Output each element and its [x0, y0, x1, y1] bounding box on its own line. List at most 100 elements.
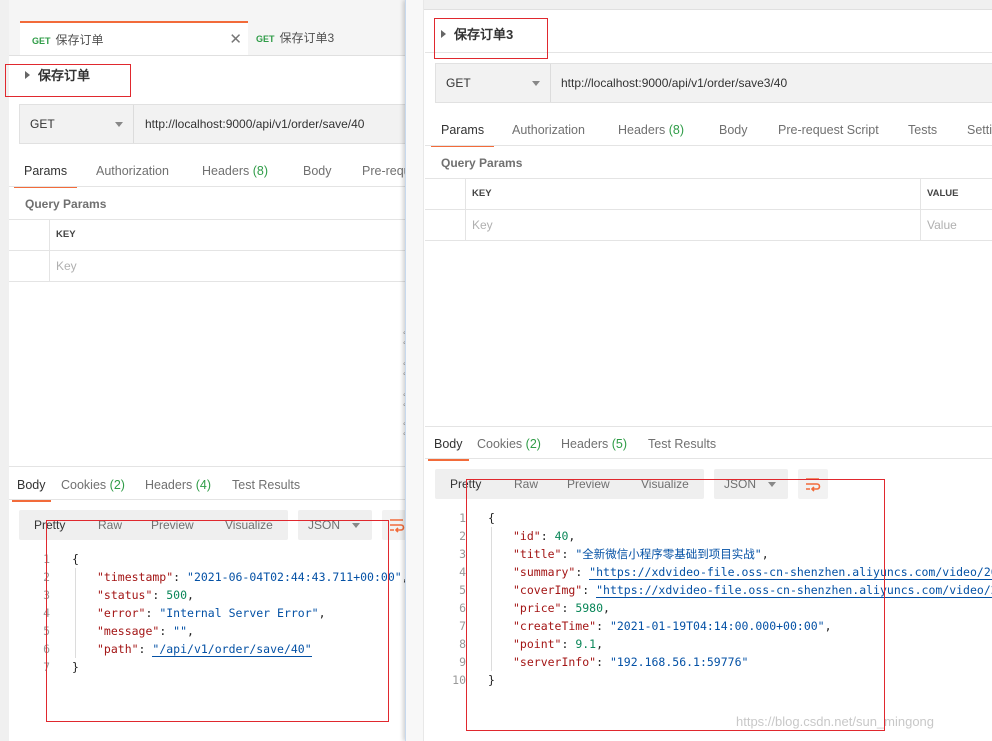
tab-save-order-3[interactable]: GET 保存订单3	[244, 21, 405, 55]
tab-tests[interactable]: Tests	[908, 117, 937, 147]
tab-params[interactable]: Params	[431, 117, 495, 147]
tab-authorization[interactable]: Authorization	[96, 158, 169, 188]
tab-prerequest[interactable]: Pre-requ	[362, 158, 405, 188]
code-line: "price": 5980,	[513, 601, 610, 615]
right-tab-bar-clipped	[424, 0, 992, 10]
left-tab-bar: GET 保存订单 ✕ GET 保存订单3	[9, 0, 405, 56]
format-visualize[interactable]: Visualize	[641, 469, 689, 499]
line-number: 6	[459, 601, 466, 615]
format-visualize[interactable]: Visualize	[225, 510, 273, 540]
json-key: "price"	[513, 601, 562, 615]
format-preview[interactable]: Preview	[151, 510, 194, 540]
tab-settings[interactable]: Setti	[967, 117, 992, 147]
json-key: "coverImg"	[513, 583, 583, 597]
json-key: "createTime"	[513, 619, 597, 633]
json-key: "id"	[513, 529, 541, 543]
json-value: 500	[166, 588, 188, 602]
line-number: 3	[43, 588, 50, 602]
tab-cookies[interactable]: Cookies (2)	[477, 431, 541, 461]
request-tabs: Params Authorization Headers (8) Body Pr…	[0, 158, 405, 188]
code-line: "timestamp": "2021-06-04T02:44:43.711+00…	[97, 570, 405, 584]
tab-response-body[interactable]: Body	[12, 472, 51, 502]
value-header: VALUE	[920, 179, 959, 209]
format-raw[interactable]: Raw	[514, 469, 538, 499]
json-value: 40	[554, 529, 569, 543]
line-number: 5	[459, 583, 466, 597]
line-number: 2	[43, 570, 50, 584]
line-number: 5	[43, 624, 50, 638]
tab-save-order[interactable]: GET 保存订单 ✕	[20, 21, 248, 55]
format-pretty[interactable]: Pretty	[34, 510, 65, 540]
line-number: 10	[452, 673, 466, 687]
caret-right-icon	[25, 71, 30, 79]
wrap-lines-icon	[806, 478, 821, 492]
method-select[interactable]: GET	[20, 105, 134, 143]
json-value: "Internal Server Error"	[159, 606, 319, 620]
json-key: "message"	[97, 624, 160, 638]
code-line: "id": 40,	[513, 529, 576, 543]
tab-response-body[interactable]: Body	[428, 431, 469, 461]
wrap-lines-button[interactable]	[382, 510, 405, 540]
json-key: "path"	[97, 642, 139, 656]
json-key: "status"	[97, 588, 153, 602]
response-body: 1 {2 "timestamp": "2021-06-04T02:44:43.711…	[30, 550, 405, 690]
url-input[interactable]: http://localhost:9000/api/v1/order/save3…	[561, 64, 787, 102]
wrap-lines-button[interactable]	[798, 469, 828, 499]
tab-headers[interactable]: Headers (8)	[202, 158, 268, 188]
json-key: "point"	[513, 637, 562, 651]
json-link[interactable]: "https://xdvideo-file.oss-cn-shenzhen.al…	[589, 565, 992, 580]
url-bar: GET http://localhost:9000/api/v1/order/s…	[435, 63, 992, 103]
request-name[interactable]: 保存订单3	[441, 24, 513, 43]
close-icon[interactable]: ✕	[229, 23, 242, 57]
tab-response-headers[interactable]: Headers (4)	[145, 472, 211, 502]
tab-label: 保存订单	[55, 33, 104, 47]
json-key: "summary"	[513, 565, 576, 579]
query-params-title: Query Params	[25, 197, 107, 211]
table-header-row: KEY	[9, 220, 405, 251]
language-select[interactable]: JSON	[714, 469, 788, 499]
tab-prerequest[interactable]: Pre-request Script	[778, 117, 879, 147]
code-line: "error": "Internal Server Error",	[97, 606, 326, 620]
url-input[interactable]: http://localhost:9000/api/v1/order/save/…	[145, 105, 364, 143]
tab-authorization[interactable]: Authorization	[512, 117, 585, 147]
tab-response-headers[interactable]: Headers (5)	[561, 431, 627, 461]
code-line: "message": "",	[97, 624, 194, 638]
format-raw[interactable]: Raw	[98, 510, 122, 540]
caret-right-icon	[441, 30, 446, 38]
key-input[interactable]: Key	[465, 210, 920, 240]
format-preview[interactable]: Preview	[567, 469, 610, 499]
request-name[interactable]: 保存订单	[25, 65, 90, 84]
line-number: 1	[43, 552, 50, 566]
response-body: 1 {2 "id": 40, 3 "title": "全新微信小程序零基础到项目实战",…	[446, 509, 992, 699]
json-link[interactable]: "https://xdvideo-file.oss-cn-shenzhen.al…	[596, 583, 992, 598]
key-input[interactable]: Key	[49, 251, 405, 281]
json-key: "serverInfo"	[513, 655, 597, 669]
tab-body[interactable]: Body	[719, 117, 748, 147]
json-key: "timestamp"	[97, 570, 174, 584]
tab-test-results[interactable]: Test Results	[232, 472, 300, 502]
tab-test-results[interactable]: Test Results	[648, 431, 716, 461]
tab-cookies[interactable]: Cookies (2)	[61, 472, 125, 502]
method-select[interactable]: GET	[436, 64, 551, 102]
response-tabs: Body Cookies (2) Headers (5) Test Result…	[406, 431, 992, 461]
table-row: Key	[9, 251, 405, 282]
right-window-side-strip	[406, 0, 424, 741]
tab-headers[interactable]: Headers (8)	[618, 117, 684, 147]
json-value: 9.1	[575, 637, 597, 651]
line-number: 7	[459, 619, 466, 633]
tab-body[interactable]: Body	[303, 158, 332, 188]
code-line: {	[488, 511, 495, 525]
format-bar: Pretty Raw Preview Visualize	[435, 469, 704, 499]
indent-guide	[75, 568, 76, 658]
line-number: 8	[459, 637, 466, 651]
tab-method: GET	[32, 36, 51, 46]
tab-params[interactable]: Params	[14, 158, 78, 188]
table-row: Key Value	[425, 210, 992, 241]
language-select[interactable]: JSON	[298, 510, 372, 540]
json-link[interactable]: "/api/v1/order/save/40"	[152, 642, 312, 657]
code-line: "point": 9.1,	[513, 637, 604, 651]
chevron-down-icon	[352, 523, 360, 528]
value-input[interactable]: Value	[920, 210, 992, 240]
format-pretty[interactable]: Pretty	[450, 469, 481, 499]
url-bar: GET http://localhost:9000/api/v1/order/s…	[19, 104, 405, 144]
